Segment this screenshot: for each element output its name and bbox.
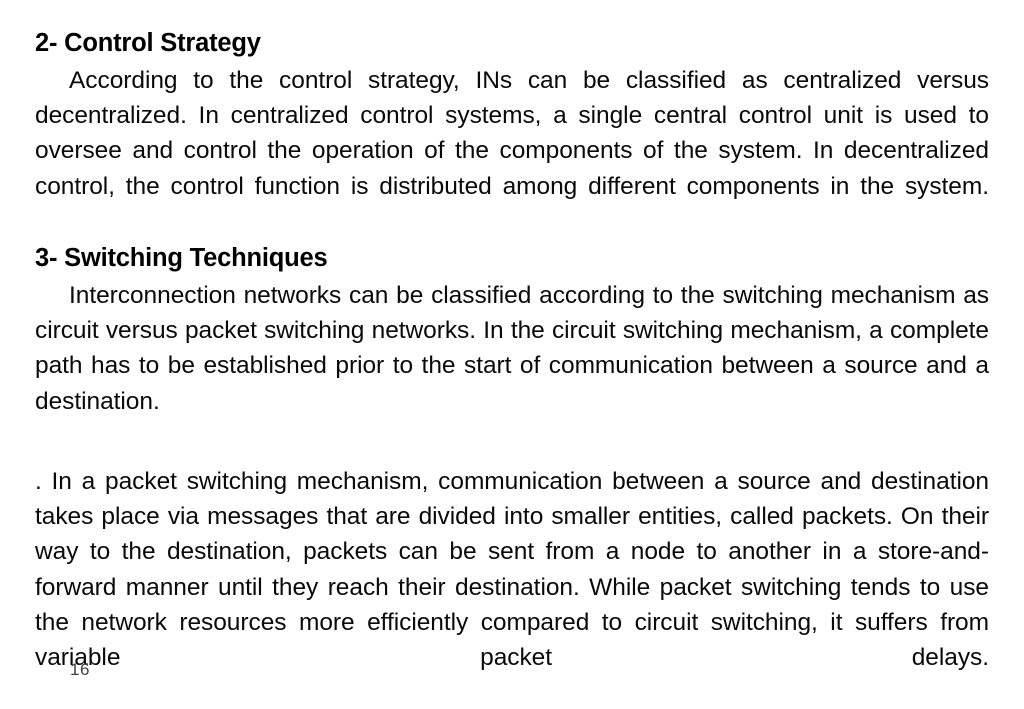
paragraph-packet-switching-body: . In a packet switching mechanism, commu… [35, 468, 989, 672]
paragraph-circuit-switching-body: Interconnection networks can be classifi… [35, 282, 989, 415]
slide-content: 2- Control Strategy According to the con… [35, 26, 989, 709]
heading-switching-techniques: 3- Switching Techniques [35, 244, 328, 273]
paragraph-control-strategy-body: According to the control strategy, INs c… [35, 67, 989, 200]
page-number: 16 [70, 660, 90, 679]
slide-page: 2- Control Strategy According to the con… [0, 0, 1024, 709]
heading-control-strategy: 2- Control Strategy [35, 29, 261, 57]
